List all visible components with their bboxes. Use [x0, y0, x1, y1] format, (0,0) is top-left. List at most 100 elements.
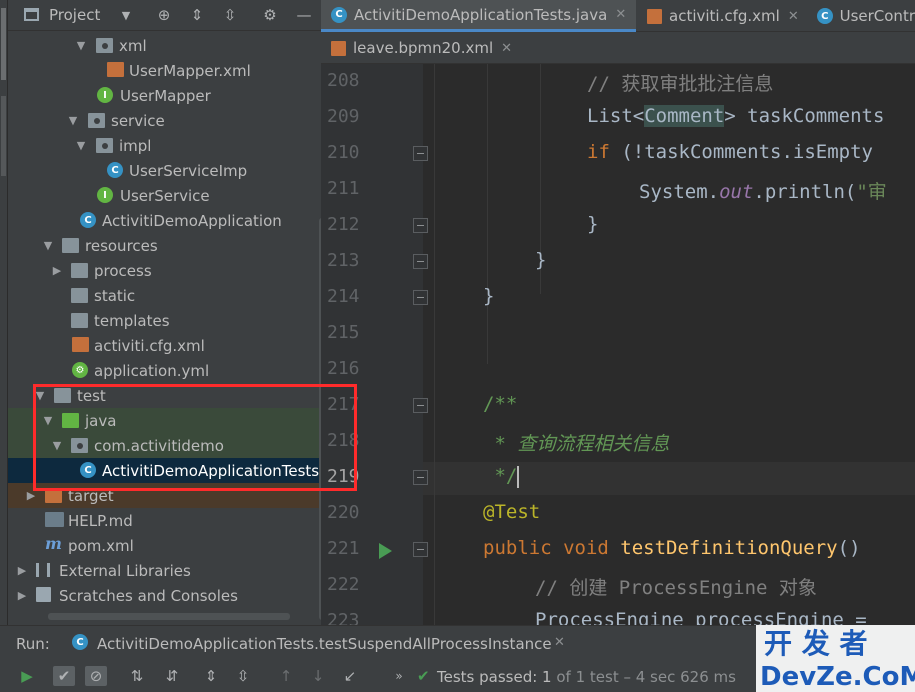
- chevron-right-icon[interactable]: ▶: [51, 264, 63, 277]
- highlight-annotation-box: [33, 384, 357, 491]
- test-status-detail: of 1 test – 4 sec 626 ms: [551, 668, 736, 686]
- fold-marker[interactable]: [413, 290, 428, 305]
- chevron-down-icon[interactable]: ▼: [75, 139, 87, 152]
- line-number: 213: [327, 250, 360, 271]
- code-line-219: */: [483, 465, 520, 488]
- tree-item-activitidemoapplication[interactable]: C ActivitiDemoApplication: [8, 208, 321, 233]
- sort-duration-icon[interactable]: ⇵: [161, 666, 183, 686]
- tree-item-pom-xml[interactable]: m pom.xml: [8, 533, 321, 558]
- more-icon[interactable]: »: [388, 666, 410, 686]
- tree-item-scratches[interactable]: ▶ Scratches and Consoles: [8, 583, 321, 608]
- line-number: 209: [327, 106, 360, 127]
- close-icon[interactable]: ✕: [554, 635, 565, 650]
- expand-all-icon[interactable]: ⇕: [200, 666, 222, 686]
- tree-item-help-md[interactable]: HELP.md: [8, 508, 321, 533]
- tree-item-templates[interactable]: templates: [8, 308, 321, 333]
- chevron-down-icon[interactable]: ▼: [67, 114, 79, 127]
- class-icon: C: [107, 162, 123, 178]
- comment: // 创建 ProcessEngine 对象: [535, 577, 817, 599]
- code-token: (!taskComments.isEmpty: [609, 141, 873, 163]
- scratches-icon: [36, 587, 51, 602]
- fold-marker[interactable]: [413, 218, 428, 233]
- sort-alpha-icon[interactable]: ⇅: [126, 666, 148, 686]
- project-title[interactable]: Project: [49, 6, 100, 24]
- watermark-bottom-text: DevZe.CoM: [760, 662, 915, 692]
- tab-activitidemoapplicationtests[interactable]: C ActivitiDemoApplicationTests.java ✕: [321, 0, 636, 32]
- spring-boot-class-icon: C: [80, 212, 96, 228]
- code-line-220: @Test: [483, 501, 540, 523]
- tree-item-label: activiti.cfg.xml: [94, 336, 205, 355]
- yml-file-icon: ⚙: [72, 362, 88, 378]
- tree-item-external-libraries[interactable]: ▶ External Libraries: [8, 558, 321, 583]
- structure-tool-tab[interactable]: [1, 96, 6, 176]
- export-icon[interactable]: ↙: [339, 666, 361, 686]
- folder-icon: [96, 38, 113, 53]
- collapse-all-icon[interactable]: ⇳: [220, 5, 240, 25]
- watermark-logo: 开 发 者 DevZe.CoM: [756, 625, 915, 692]
- code-token: */: [483, 465, 518, 487]
- tree-item-static[interactable]: static: [8, 283, 321, 308]
- tree-item-label: templates: [94, 311, 170, 330]
- tree-item-label: pom.xml: [68, 536, 134, 555]
- show-ignored-icon[interactable]: ⊘: [85, 666, 107, 686]
- chevron-right-icon[interactable]: ▶: [16, 589, 28, 602]
- code-token: public void: [483, 537, 621, 559]
- tree-item-xml[interactable]: ▼ xml: [8, 33, 321, 58]
- test-class-icon: C: [72, 634, 88, 650]
- code-editor[interactable]: 208 209 210 211 212 213 214 215 216 217 …: [321, 64, 915, 625]
- code-token: List<: [587, 105, 645, 127]
- code-token: "审: [856, 181, 887, 203]
- tree-item-application-yml[interactable]: ⚙ application.yml: [8, 358, 321, 383]
- expand-all-icon[interactable]: ⇕: [187, 5, 207, 25]
- tree-item-usermapper[interactable]: I UserMapper: [8, 83, 321, 108]
- folder-icon: [71, 288, 88, 303]
- tree-item-label: UserService: [120, 186, 210, 205]
- tree-item-activiti-cfg-xml[interactable]: activiti.cfg.xml: [8, 333, 321, 358]
- gear-icon[interactable]: ⚙: [260, 5, 280, 25]
- project-toolbar: Project ▼ ⊕ ⇕ ⇳ ⚙ —: [8, 0, 321, 31]
- tab-label: leave.bpmn20.xml: [353, 39, 494, 57]
- tree-item-process[interactable]: ▶ process: [8, 258, 321, 283]
- editor-tab-bar: C ActivitiDemoApplicationTests.java ✕ ac…: [321, 0, 915, 32]
- tab-activiti-cfg-xml[interactable]: activiti.cfg.xml ✕: [637, 0, 807, 32]
- tree-item-userserviceimp[interactable]: C UserServiceImp: [8, 158, 321, 183]
- tree-item-usermapper-xml[interactable]: UserMapper.xml: [8, 58, 321, 83]
- collapse-all-icon[interactable]: ⇳: [232, 666, 254, 686]
- locate-icon[interactable]: ⊕: [154, 5, 174, 25]
- close-icon[interactable]: ✕: [788, 9, 799, 24]
- hide-icon[interactable]: —: [294, 5, 314, 25]
- code-token: 查询流程相关信息: [517, 433, 670, 455]
- chevron-down-icon[interactable]: ▼: [42, 239, 54, 252]
- code-token: > taskComments: [724, 105, 885, 127]
- tree-item-impl[interactable]: ▼ impl: [8, 133, 321, 158]
- show-passed-icon[interactable]: ✔: [53, 666, 75, 686]
- fold-marker[interactable]: [413, 470, 428, 485]
- folder-icon: [88, 113, 105, 128]
- run-config-tab[interactable]: ActivitiDemoApplicationTests.testSuspend…: [97, 635, 552, 653]
- tree-item-resources[interactable]: ▼ resources: [8, 233, 321, 258]
- next-icon[interactable]: ↓: [307, 666, 329, 686]
- chevron-right-icon[interactable]: ▶: [16, 564, 28, 577]
- tree-item-label: ActivitiDemoApplication: [102, 211, 282, 230]
- chevron-down-icon[interactable]: ▼: [116, 5, 136, 25]
- rerun-icon[interactable]: ▶: [16, 666, 38, 686]
- close-icon[interactable]: ✕: [501, 41, 512, 56]
- fold-marker[interactable]: [413, 542, 428, 557]
- horizontal-scrollbar[interactable]: [48, 613, 290, 620]
- tab-usercontroller[interactable]: C UserContr: [807, 0, 915, 32]
- passed-check-icon: ✔: [417, 667, 430, 685]
- tree-item-userservice[interactable]: I UserService: [8, 183, 321, 208]
- line-number: 220: [327, 502, 360, 523]
- fold-marker[interactable]: [413, 254, 428, 269]
- tab-leave-bpmn20-xml[interactable]: leave.bpmn20.xml ✕: [321, 32, 516, 64]
- tree-item-service[interactable]: ▼ service: [8, 108, 321, 133]
- project-tool-tab[interactable]: [1, 8, 6, 80]
- run-test-icon[interactable]: [379, 543, 392, 559]
- code-token: out: [719, 181, 754, 203]
- chevron-down-icon[interactable]: ▼: [75, 39, 87, 52]
- previous-icon[interactable]: ↑: [275, 666, 297, 686]
- fold-marker[interactable]: [413, 398, 428, 413]
- close-icon[interactable]: ✕: [615, 7, 626, 22]
- folder-icon: [71, 263, 88, 278]
- fold-marker[interactable]: [413, 146, 428, 161]
